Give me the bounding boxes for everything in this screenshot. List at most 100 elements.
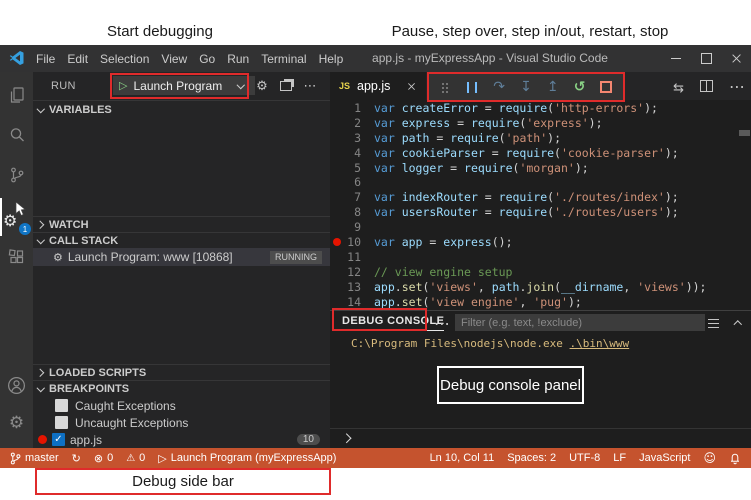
- code-token: // view engine setup: [374, 265, 512, 280]
- console-link[interactable]: .\bin\www: [570, 337, 630, 350]
- breakpoint-gutter[interactable]: [330, 101, 343, 116]
- collapse-panel-icon[interactable]: [730, 315, 746, 331]
- open-changes-icon[interactable]: [673, 77, 684, 96]
- restart-icon[interactable]: [570, 77, 590, 97]
- status-item-label: Spaces: 2: [507, 452, 556, 464]
- search-icon[interactable]: [0, 118, 33, 152]
- checkbox-checked[interactable]: [52, 433, 65, 446]
- breakpoint-gutter[interactable]: [330, 131, 343, 146]
- minimize-icon[interactable]: [661, 45, 691, 72]
- breakpoint-row-appjs[interactable]: app.js 10: [33, 431, 330, 448]
- status-item-javascript[interactable]: JavaScript: [639, 452, 690, 464]
- section-variables[interactable]: VARIABLES: [33, 100, 330, 119]
- debug-console-toggle-icon[interactable]: [277, 72, 295, 100]
- panel-more-actions-icon[interactable]: [433, 311, 451, 335]
- vscode-logo: [9, 50, 25, 66]
- code-token: 'path': [506, 131, 548, 146]
- run-and-debug-icon[interactable]: ⚙ 1: [0, 200, 33, 236]
- pause-icon[interactable]: [462, 77, 482, 97]
- status-item-spaces-2[interactable]: Spaces: 2: [507, 452, 556, 464]
- menu-item-selection[interactable]: Selection: [94, 52, 155, 66]
- menu-item-terminal[interactable]: Terminal: [255, 52, 312, 66]
- status-item-launch-program-myexpressapp[interactable]: Launch Program (myExpressApp): [158, 452, 336, 464]
- code-token: __dirname: [561, 280, 623, 295]
- tab-appjs[interactable]: JS app.js: [330, 72, 426, 100]
- status-item-utf-8[interactable]: UTF-8: [569, 452, 600, 464]
- extensions-icon[interactable]: [0, 240, 33, 274]
- status-item-0[interactable]: 0: [126, 452, 145, 464]
- status-item-master[interactable]: master: [10, 452, 59, 465]
- status-item-label: LF: [613, 452, 626, 464]
- split-editor-icon[interactable]: [700, 80, 713, 92]
- grip-icon[interactable]: [435, 77, 455, 97]
- breakpoint-gutter[interactable]: [330, 220, 343, 235]
- editor-more-actions-icon[interactable]: [729, 77, 745, 96]
- status-item-sync[interactable]: [72, 453, 81, 464]
- code-token: require: [450, 131, 498, 146]
- checkbox-unchecked[interactable]: [55, 399, 68, 412]
- breakpoint-gutter[interactable]: [330, 235, 343, 250]
- section-breakpoints[interactable]: BREAKPOINTS: [33, 380, 330, 397]
- status-item-smiley[interactable]: [703, 452, 716, 464]
- views-more-actions-icon[interactable]: [301, 72, 319, 100]
- breakpoint-gutter[interactable]: [330, 146, 343, 161]
- breakpoint-dot-icon[interactable]: [333, 238, 341, 246]
- line-number: 11: [343, 250, 361, 265]
- section-loaded-scripts[interactable]: LOADED SCRIPTS: [33, 364, 330, 381]
- annotation-box-console-tab: [332, 308, 427, 331]
- status-item-lf[interactable]: LF: [613, 452, 626, 464]
- breakpoint-gutter[interactable]: [330, 161, 343, 176]
- maximize-icon[interactable]: [691, 45, 721, 72]
- code-token: express: [443, 235, 491, 250]
- section-call-stack[interactable]: CALL STACK: [33, 232, 330, 249]
- tab-close-icon[interactable]: [407, 82, 416, 91]
- code-token: );: [665, 146, 679, 161]
- run-label: RUN: [51, 72, 76, 100]
- menu-item-view[interactable]: View: [155, 52, 193, 66]
- breakpoint-row-uncaught[interactable]: Uncaught Exceptions: [33, 414, 330, 431]
- call-stack-session-row[interactable]: ⚙ Launch Program: www [10868] RUNNING: [33, 248, 330, 266]
- clear-console-icon[interactable]: [708, 319, 719, 320]
- menu-item-edit[interactable]: Edit: [61, 52, 94, 66]
- status-item-bell[interactable]: [729, 452, 741, 465]
- menu-item-run[interactable]: Run: [221, 52, 255, 66]
- status-item-0[interactable]: 0: [94, 452, 113, 464]
- section-watch[interactable]: WATCH: [33, 216, 330, 233]
- stop-icon[interactable]: [596, 77, 616, 97]
- running-badge: RUNNING: [270, 251, 322, 264]
- explorer-icon[interactable]: [0, 78, 33, 112]
- breakpoint-row-caught[interactable]: Caught Exceptions: [33, 397, 330, 414]
- breakpoint-gutter[interactable]: [330, 265, 343, 280]
- account-icon[interactable]: [0, 368, 33, 402]
- status-item-ln-10-col-11[interactable]: Ln 10, Col 11: [430, 452, 495, 464]
- checkbox-unchecked[interactable]: [55, 416, 68, 429]
- menu-item-go[interactable]: Go: [193, 52, 221, 66]
- console-prompt-icon: [343, 434, 351, 442]
- breakpoint-gutter[interactable]: [330, 116, 343, 131]
- editor-scrollbar[interactable]: [739, 130, 750, 136]
- breakpoint-gutter[interactable]: [330, 190, 343, 205]
- code-token: );: [568, 295, 582, 310]
- code-token: var: [374, 205, 402, 220]
- close-icon[interactable]: [721, 45, 751, 72]
- code-token: (: [547, 205, 554, 220]
- code-token: var: [374, 101, 402, 116]
- breakpoint-gutter[interactable]: [330, 250, 343, 265]
- breakpoint-gutter[interactable]: [330, 175, 343, 190]
- breakpoint-gutter[interactable]: [330, 280, 343, 295]
- configure-gear-icon[interactable]: [253, 72, 271, 100]
- code-token: (: [554, 146, 561, 161]
- console-input-row[interactable]: [330, 428, 751, 446]
- step-out-icon[interactable]: [543, 77, 563, 97]
- source-control-icon[interactable]: [0, 158, 33, 192]
- code-token: var: [374, 235, 402, 250]
- settings-gear-icon[interactable]: ⚙: [0, 406, 33, 440]
- code-area[interactable]: 1var createError = require('http-errors'…: [330, 100, 751, 311]
- breakpoint-gutter[interactable]: [330, 205, 343, 220]
- step-into-icon[interactable]: [516, 77, 536, 97]
- annotation-debug-sidebar: Debug side bar: [35, 468, 331, 495]
- menu-item-file[interactable]: File: [30, 52, 61, 66]
- console-filter-input[interactable]: [455, 314, 705, 331]
- step-over-icon[interactable]: [489, 77, 509, 97]
- code-line: 5var logger = require('morgan');: [330, 161, 751, 176]
